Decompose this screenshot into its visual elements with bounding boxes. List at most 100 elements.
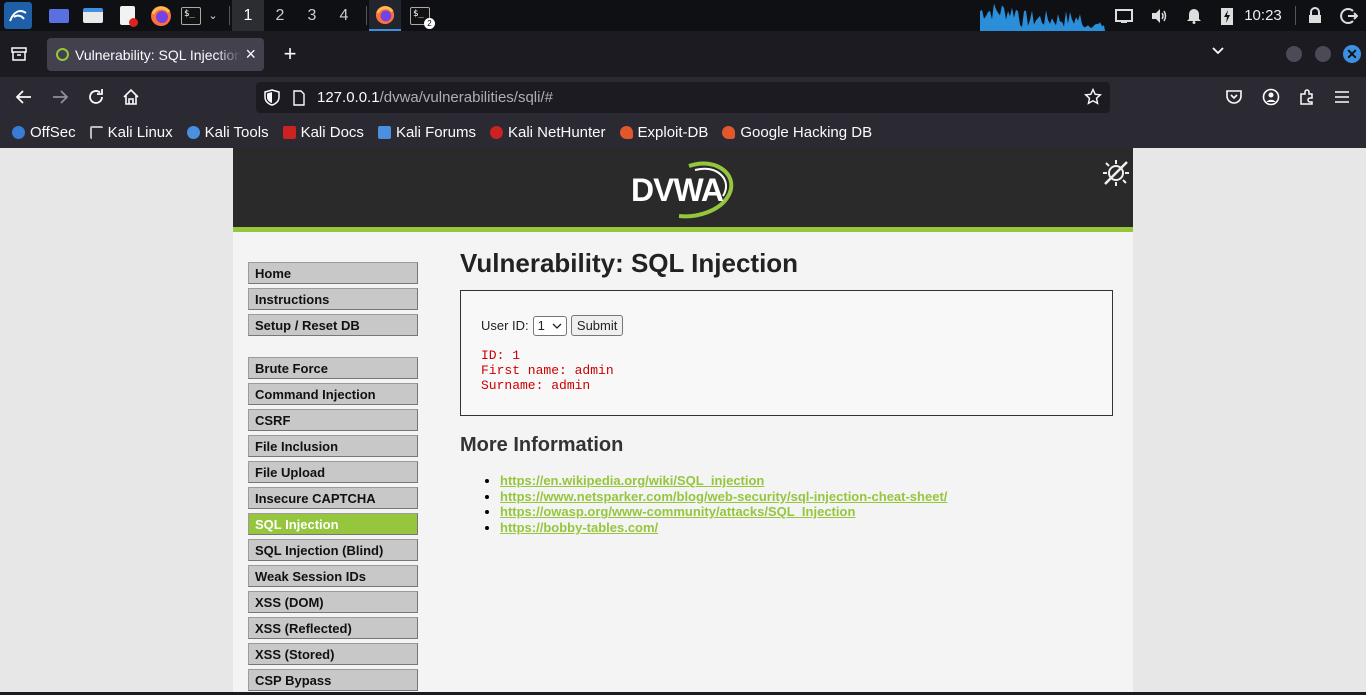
menu-item-csp-bypass[interactable]: CSP Bypass — [248, 669, 418, 691]
firefox-launcher-icon[interactable] — [148, 0, 174, 31]
pocket-icon[interactable] — [1225, 88, 1243, 106]
bookmark-label: Exploit-DB — [637, 124, 709, 141]
user-id-select[interactable]: 1 — [532, 315, 567, 336]
menu-item-insecure-captcha[interactable]: Insecure CAPTCHA — [248, 487, 418, 509]
taskbar-separator — [229, 6, 230, 25]
bookmark-star-icon[interactable] — [1084, 88, 1102, 106]
link-owasp-sqli[interactable]: https://owasp.org/www-community/attacks/… — [500, 504, 855, 519]
bookmark-google-hacking-db[interactable]: Google Hacking DB — [722, 124, 872, 141]
tracking-shield-icon[interactable] — [264, 89, 280, 106]
tab-close-icon[interactable]: × — [245, 44, 256, 65]
menu-item-sql-injection-blind[interactable]: SQL Injection (Blind) — [248, 539, 418, 561]
link-netsparker-cheatsheet[interactable]: https://www.netsparker.com/blog/web-secu… — [500, 489, 947, 504]
bookmark-kali-tools[interactable]: Kali Tools — [186, 124, 269, 141]
bookmark-kali-docs[interactable]: Kali Docs — [282, 124, 364, 141]
url-bar[interactable]: 127.0.0.1/dvwa/vulnerabilities/sqli/# — [256, 82, 1110, 113]
logout-icon[interactable] — [1338, 0, 1360, 31]
tab-list-icon[interactable] — [10, 45, 28, 63]
window-minimize-button[interactable] — [1286, 46, 1302, 62]
page-viewport: DVWA Home Instructions Setup / Reset DB Br… — [0, 148, 1366, 692]
dvwa-container: DVWA Home Instructions Setup / Reset DB Br… — [233, 148, 1133, 692]
url-path: /dvwa/vulnerabilities/sqli/# — [379, 89, 553, 106]
query-output: ID: 1 First name: admin Surname: admin — [481, 348, 614, 393]
window-maximize-button[interactable] — [1315, 46, 1331, 62]
file-manager-icon[interactable] — [82, 0, 104, 31]
firefox-window-button[interactable] — [369, 0, 401, 31]
cpu-graph — [980, 0, 1105, 31]
new-tab-button[interactable]: + — [280, 42, 300, 66]
window-close-button[interactable]: ✕ — [1343, 45, 1361, 63]
notifications-icon[interactable] — [1183, 0, 1205, 31]
bookmark-kali-forums[interactable]: Kali Forums — [377, 124, 476, 141]
bookmarks-toolbar: OffSec Kali Linux Kali Tools Kali Docs K… — [0, 117, 1366, 148]
tab-active[interactable]: Vulnerability: SQL Injection × — [47, 38, 264, 71]
reload-icon[interactable] — [87, 88, 105, 106]
menu-item-csrf[interactable]: CSRF — [248, 409, 418, 431]
terminal-count-badge: 2 — [424, 17, 435, 29]
launcher-dropdown-icon[interactable]: ⌄ — [204, 0, 222, 31]
workspace-3[interactable]: 3 — [296, 0, 328, 31]
menu-hamburger-icon[interactable] — [1334, 89, 1350, 105]
list-item: https://owasp.org/www-community/attacks/… — [500, 504, 1113, 520]
menu-item-sql-injection[interactable]: SQL Injection — [248, 513, 418, 535]
display-icon[interactable] — [1113, 0, 1135, 31]
menu-item-command-injection[interactable]: Command Injection — [248, 383, 418, 405]
submit-button[interactable]: Submit — [570, 315, 624, 336]
back-arrow-icon[interactable] — [15, 88, 33, 106]
kali-forums-icon — [377, 126, 391, 139]
menu-item-file-inclusion[interactable]: File Inclusion — [248, 435, 418, 457]
taskbar: $_ ⌄ 1 2 3 4 $_ 2 10:23 — [0, 0, 1366, 31]
dvwa-favicon-icon — [56, 48, 69, 61]
list-item: https://www.netsparker.com/blog/web-secu… — [500, 489, 1113, 505]
kali-dragon-icon — [89, 126, 103, 139]
terminal-launcher-icon[interactable]: $_ — [180, 0, 202, 31]
link-bobby-tables[interactable]: https://bobby-tables.com/ — [500, 520, 658, 535]
page-title: Vulnerability: SQL Injection — [460, 248, 799, 278]
nethunter-icon — [489, 126, 503, 139]
lock-screen-icon[interactable] — [1305, 0, 1325, 31]
bookmark-exploit-db[interactable]: Exploit-DB — [619, 124, 709, 141]
menu-item-weak-session-ids[interactable]: Weak Session IDs — [248, 565, 418, 587]
workspace-2[interactable]: 2 — [264, 0, 296, 31]
clock[interactable]: 10:23 — [1241, 0, 1285, 31]
tab-title: Vulnerability: SQL Injection — [75, 46, 241, 63]
ghdb-icon — [722, 126, 736, 139]
menu-item-xss-reflected[interactable]: XSS (Reflected) — [248, 617, 418, 639]
workspace-switcher-icon[interactable] — [48, 0, 70, 31]
power-battery-icon[interactable] — [1217, 0, 1237, 31]
home-icon[interactable] — [122, 88, 140, 106]
menu-item-file-upload[interactable]: File Upload — [248, 461, 418, 483]
workspace-1[interactable]: 1 — [232, 0, 264, 31]
menu-item-setup-reset-db[interactable]: Setup / Reset DB — [248, 314, 418, 336]
tab-overflow-chevron-icon[interactable] — [1211, 46, 1225, 56]
menu-item-instructions[interactable]: Instructions — [248, 288, 418, 310]
menu-item-home[interactable]: Home — [248, 262, 418, 284]
terminal-window-button[interactable]: $_ 2 — [404, 0, 436, 31]
main-content: Vulnerability: SQL Injection User ID: 1 … — [460, 248, 1113, 536]
exploit-db-icon — [619, 126, 633, 139]
bookmark-kali-linux[interactable]: Kali Linux — [89, 124, 173, 141]
sqli-form-box: User ID: 1 Submit ID: 1 First name: admi… — [460, 290, 1113, 416]
bookmark-label: Kali Docs — [300, 124, 364, 141]
url-host: 127.0.0.1 — [317, 89, 380, 106]
bookmark-label: Kali Linux — [107, 124, 173, 141]
workspace-4[interactable]: 4 — [328, 0, 360, 31]
kali-menu-icon[interactable] — [4, 2, 32, 29]
bookmark-kali-nethunter[interactable]: Kali NetHunter — [489, 124, 606, 141]
more-information-heading: More Information — [460, 434, 624, 456]
menu-item-xss-dom[interactable]: XSS (DOM) — [248, 591, 418, 613]
menu-item-brute-force[interactable]: Brute Force — [248, 357, 418, 379]
dvwa-logo-text: DVWA — [631, 172, 724, 208]
theme-toggle-icon[interactable] — [1101, 158, 1131, 188]
extensions-icon[interactable] — [1298, 88, 1316, 106]
page-info-icon[interactable] — [292, 90, 306, 106]
account-icon[interactable] — [1262, 88, 1280, 106]
volume-icon[interactable] — [1148, 0, 1170, 31]
menu-item-xss-stored[interactable]: XSS (Stored) — [248, 643, 418, 665]
bookmark-label: Kali NetHunter — [507, 124, 606, 141]
user-id-label: User ID: — [481, 318, 529, 333]
text-editor-icon[interactable] — [116, 0, 138, 31]
link-wikipedia-sqli[interactable]: https://en.wikipedia.org/wiki/SQL_inject… — [500, 473, 764, 488]
forward-arrow-icon[interactable] — [51, 88, 69, 106]
bookmark-offsec[interactable]: OffSec — [12, 124, 76, 141]
